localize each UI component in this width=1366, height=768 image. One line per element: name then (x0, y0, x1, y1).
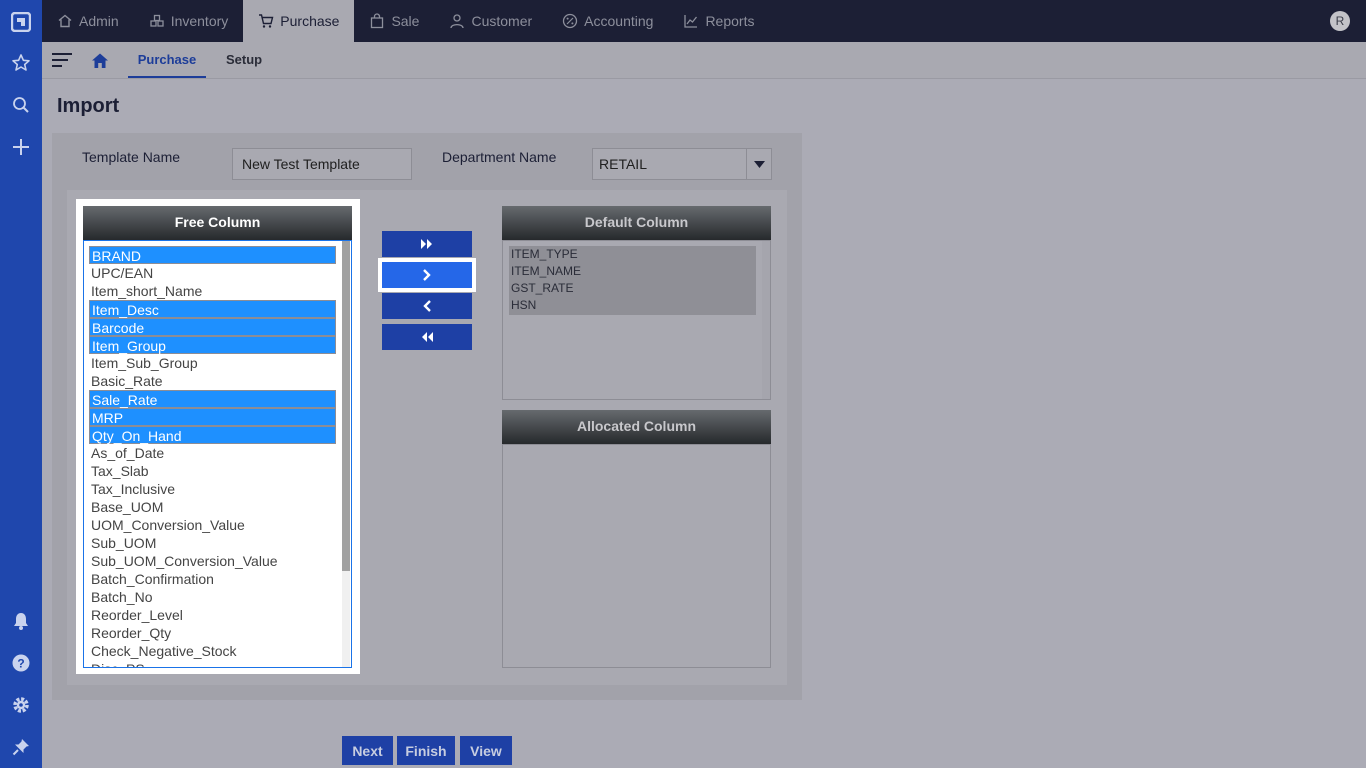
top-nav-admin[interactable]: Admin (42, 0, 134, 42)
department-select-value: RETAIL (599, 156, 647, 172)
move-all-left-button[interactable] (382, 324, 472, 350)
default-column-selection: ITEM_TYPE ITEM_NAME GST_RATE HSN (509, 246, 756, 315)
chart-icon (684, 15, 698, 28)
top-nav-purchase[interactable]: Purchase (243, 0, 355, 42)
tab-setup[interactable]: Setup (226, 42, 262, 78)
free-column-header: Free Column (83, 206, 352, 240)
double-chevron-left-icon (422, 332, 433, 342)
bell-icon[interactable] (11, 611, 31, 631)
cart-icon (259, 14, 274, 28)
list-item[interactable]: MRP (89, 408, 336, 426)
department-name-label: Department Name (442, 149, 557, 165)
list-item[interactable]: Batch_No (89, 588, 336, 606)
help-icon[interactable]: ? (11, 653, 31, 673)
list-item[interactable]: Sub_UOM (89, 534, 336, 552)
top-nav-accounting[interactable]: Accounting (547, 0, 668, 42)
home-icon[interactable] (91, 52, 109, 70)
department-select[interactable]: RETAIL (592, 148, 772, 180)
percent-icon (563, 13, 578, 29)
top-nav-label: Sale (391, 13, 420, 29)
list-item[interactable]: ITEM_NAME (509, 263, 756, 280)
default-column-scrollbar[interactable] (762, 241, 770, 399)
list-item[interactable]: Item_short_Name (89, 282, 336, 300)
list-item[interactable]: Tax_Inclusive (89, 480, 336, 498)
scrollbar-thumb[interactable] (342, 241, 350, 571)
list-item[interactable]: Base_UOM (89, 498, 336, 516)
top-nav-label: Purchase (280, 13, 340, 29)
list-item[interactable]: Sale_Rate (89, 390, 336, 408)
inventory-icon (150, 14, 164, 27)
top-nav-label: Admin (79, 13, 119, 29)
pin-icon[interactable] (11, 737, 31, 757)
list-item[interactable]: Tax_Slab (89, 462, 336, 480)
list-item[interactable]: Disc_PS (89, 660, 336, 667)
list-item[interactable]: Check_Negative_Stock (89, 642, 336, 660)
list-item[interactable]: ITEM_TYPE (509, 246, 756, 263)
list-item[interactable]: HSN (509, 297, 756, 314)
left-rail: ? (0, 0, 42, 768)
top-nav-label: Customer (471, 13, 533, 29)
list-item[interactable]: Item_Desc (89, 300, 336, 318)
move-all-right-button[interactable] (382, 231, 472, 257)
page-title: Import (57, 95, 120, 117)
chevron-right-icon (423, 269, 431, 281)
double-chevron-right-icon (421, 239, 432, 249)
caret-down-icon (753, 160, 765, 168)
allocated-column-header: Allocated Column (502, 410, 771, 444)
template-name-label: Template Name (82, 149, 181, 165)
top-nav-sale[interactable]: Sale (354, 0, 434, 42)
list-item[interactable]: GST_RATE (509, 280, 756, 297)
view-button[interactable]: View (460, 736, 512, 765)
bag-icon (371, 13, 384, 29)
star-icon[interactable] (11, 53, 31, 73)
move-right-button[interactable] (378, 258, 476, 292)
top-nav-inventory[interactable]: Inventory (134, 0, 244, 42)
list-item[interactable]: Basic_Rate (89, 372, 336, 390)
home-icon (58, 14, 72, 28)
person-icon (450, 14, 465, 29)
dropdown-button[interactable] (746, 149, 771, 179)
search-icon[interactable] (11, 95, 31, 115)
gear-icon[interactable] (11, 695, 31, 715)
list-item[interactable]: Qty_On_Hand (89, 426, 336, 444)
list-item[interactable]: BRAND (89, 246, 336, 264)
menu-icon[interactable] (52, 53, 72, 71)
top-nav-customer[interactable]: Customer (434, 0, 547, 42)
default-column-header: Default Column (502, 206, 771, 240)
top-nav: Admin Inventory Purchase Sale Customer A… (42, 0, 769, 42)
app-logo-icon[interactable] (11, 12, 31, 32)
svg-text:?: ? (17, 657, 24, 671)
sub-nav-bar: Purchase Setup (42, 42, 1366, 79)
default-column-list[interactable]: ITEM_TYPE ITEM_NAME GST_RATE HSN (502, 240, 771, 400)
tab-purchase[interactable]: Purchase (128, 42, 206, 78)
list-item[interactable]: Sub_UOM_Conversion_Value (89, 552, 336, 570)
plus-icon[interactable] (11, 137, 31, 157)
top-nav-label: Inventory (170, 13, 229, 29)
top-nav-reports[interactable]: Reports (668, 0, 769, 42)
top-bar: Admin Inventory Purchase Sale Customer A… (42, 0, 1366, 42)
chevron-left-icon (423, 300, 431, 312)
free-column-list[interactable]: BRAND UPC/EAN Item_short_Name Item_Desc Barc… (83, 240, 352, 668)
top-nav-label: Accounting (584, 13, 654, 29)
list-item[interactable]: Batch_Confirmation (89, 570, 336, 588)
next-button[interactable]: Next (342, 736, 393, 765)
list-item[interactable]: Item_Sub_Group (89, 354, 336, 372)
finish-button[interactable]: Finish (397, 736, 455, 765)
list-item[interactable]: Reorder_Level (89, 606, 336, 624)
list-item[interactable]: UPC/EAN (89, 264, 336, 282)
move-left-button[interactable] (382, 293, 472, 319)
allocated-column-list[interactable] (502, 444, 771, 668)
top-nav-label: Reports (705, 13, 755, 29)
free-column-scrollbar[interactable] (342, 241, 350, 667)
list-item[interactable]: As_of_Date (89, 444, 336, 462)
avatar[interactable]: R (1330, 11, 1350, 31)
list-item[interactable]: Barcode (89, 318, 336, 336)
list-item[interactable]: Item_Group (89, 336, 336, 354)
list-item[interactable]: UOM_Conversion_Value (89, 516, 336, 534)
template-name-input[interactable] (232, 148, 412, 180)
list-item[interactable]: Reorder_Qty (89, 624, 336, 642)
